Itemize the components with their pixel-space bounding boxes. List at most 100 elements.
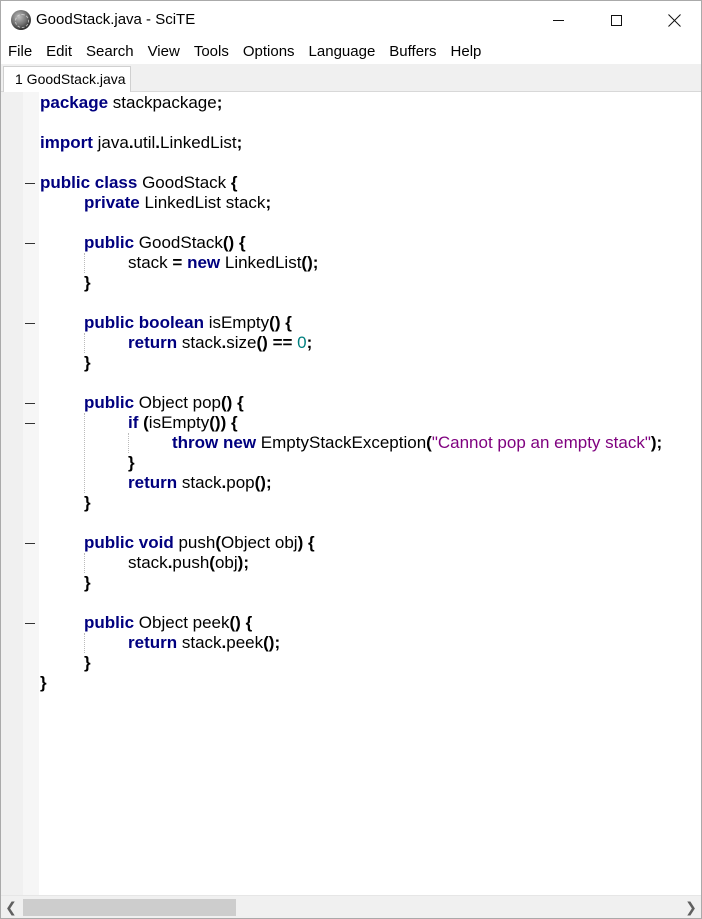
- code-line[interactable]: return stack.peek();: [40, 633, 280, 653]
- code-token-op: (): [221, 393, 233, 412]
- fold-toggle-icon[interactable]: [25, 403, 35, 404]
- code-token-num: 0: [297, 333, 307, 352]
- code-line[interactable]: stack.push(obj);: [40, 553, 249, 573]
- maximize-button[interactable]: [587, 1, 645, 39]
- code-token-kw: class: [94, 173, 138, 192]
- code-token-op: }: [84, 573, 91, 592]
- code-token-id: [40, 333, 128, 352]
- chevron-left-icon[interactable]: ❮: [1, 896, 21, 918]
- code-line[interactable]: }: [40, 453, 135, 473]
- code-token-kw: private: [84, 193, 140, 212]
- close-icon: [668, 14, 681, 27]
- code-token-str: "Cannot pop an empty stack": [431, 433, 651, 452]
- code-token-id: java: [92, 133, 129, 152]
- scite-app-icon[interactable]: [11, 10, 31, 30]
- code-token-kw: public: [84, 533, 135, 552]
- tab-goodstack-java[interactable]: 1 GoodStack.java: [3, 66, 131, 93]
- code-token-id: [40, 193, 84, 212]
- code-token-op: {: [285, 313, 292, 332]
- code-token-id: push: [172, 553, 210, 572]
- code-line[interactable]: }: [40, 673, 47, 693]
- fold-toggle-icon[interactable]: [25, 543, 35, 544]
- code-token-id: [40, 533, 84, 552]
- fold-toggle-icon[interactable]: [25, 243, 35, 244]
- code-line[interactable]: public class GoodStack {: [40, 173, 238, 193]
- code-token-op: {: [307, 533, 315, 552]
- fold-toggle-icon[interactable]: [25, 423, 35, 424]
- code-line[interactable]: public boolean isEmpty() {: [40, 313, 292, 333]
- fold-margin[interactable]: [23, 92, 39, 895]
- code-line[interactable]: return stack.pop();: [40, 473, 272, 493]
- code-token-id: [40, 573, 84, 592]
- code-token-op: }: [84, 493, 91, 512]
- menu-search[interactable]: Search: [79, 39, 141, 64]
- code-token-id: pop: [226, 473, 255, 492]
- code-token-op: (): [222, 233, 235, 252]
- code-token-kw: return: [128, 333, 178, 352]
- menu-help[interactable]: Help: [444, 39, 489, 64]
- code-line[interactable]: if (isEmpty()) {: [40, 413, 238, 433]
- code-token-kw: public: [84, 393, 135, 412]
- code-line[interactable]: public GoodStack() {: [40, 233, 246, 253]
- menu-tools[interactable]: Tools: [187, 39, 236, 64]
- code-token-kw: new: [223, 433, 257, 452]
- code-text-area[interactable]: package stackpackage; import java.util.Li…: [40, 92, 701, 895]
- code-line[interactable]: package stackpackage;: [40, 93, 222, 113]
- code-token-id: EmptyStackException: [256, 433, 427, 452]
- code-token-kw: return: [128, 633, 178, 652]
- horizontal-scrollbar[interactable]: ❮ ❯: [1, 895, 701, 918]
- minimize-button[interactable]: [529, 1, 587, 39]
- menu-language[interactable]: Language: [302, 39, 383, 64]
- title-bar[interactable]: GoodStack.java - SciTE: [1, 1, 701, 39]
- code-line[interactable]: public Object pop() {: [40, 393, 244, 413]
- code-token-kw: public: [84, 233, 135, 252]
- code-token-id: [40, 413, 128, 432]
- minimize-icon: [552, 19, 564, 21]
- code-line[interactable]: return stack.size() == 0;: [40, 333, 312, 353]
- code-token-op: ();: [301, 253, 319, 272]
- code-token-op: ()): [209, 413, 227, 432]
- code-token-op: (): [269, 313, 281, 332]
- code-line[interactable]: import java.util.LinkedList;: [40, 133, 242, 153]
- code-line[interactable]: }: [40, 353, 91, 373]
- menu-buffers[interactable]: Buffers: [382, 39, 443, 64]
- code-token-id: stack: [40, 253, 173, 272]
- scroll-thumb[interactable]: [23, 899, 236, 916]
- fold-toggle-icon[interactable]: [25, 323, 35, 324]
- code-line[interactable]: public void push(Object obj) {: [40, 533, 315, 553]
- code-token-id: [40, 433, 172, 452]
- code-token-op: }: [84, 273, 91, 292]
- menu-edit[interactable]: Edit: [39, 39, 79, 64]
- code-line[interactable]: }: [40, 493, 91, 513]
- menu-view[interactable]: View: [141, 39, 187, 64]
- code-token-id: LinkedList: [220, 253, 302, 272]
- code-token-id: stackpackage: [108, 93, 217, 112]
- code-token-op: {: [230, 173, 238, 192]
- code-line[interactable]: }: [40, 273, 91, 293]
- code-token-id: [40, 613, 84, 632]
- code-token-id: stack: [40, 553, 168, 572]
- code-line[interactable]: }: [40, 573, 91, 593]
- code-line[interactable]: }: [40, 653, 91, 673]
- tab-bar: 1 GoodStack.java: [1, 64, 701, 93]
- menu-file[interactable]: File: [1, 39, 39, 64]
- menu-options[interactable]: Options: [236, 39, 302, 64]
- fold-toggle-icon[interactable]: [25, 623, 35, 624]
- code-token-id: GoodStack: [137, 173, 231, 192]
- code-line[interactable]: throw new EmptyStackException("Cannot po…: [40, 433, 662, 453]
- code-token-op: (): [229, 613, 241, 632]
- code-token-op: }: [84, 353, 91, 372]
- code-line[interactable]: private LinkedList stack;: [40, 193, 271, 213]
- code-token-op: }: [128, 453, 135, 472]
- code-token-id: stack: [177, 633, 222, 652]
- close-button[interactable]: [645, 1, 701, 39]
- line-number-margin[interactable]: [1, 92, 23, 895]
- code-token-op: }: [84, 653, 91, 672]
- chevron-right-icon[interactable]: ❯: [681, 896, 701, 918]
- fold-toggle-icon[interactable]: [25, 183, 35, 184]
- code-token-op: ==: [272, 333, 293, 352]
- code-line[interactable]: public Object peek() {: [40, 613, 252, 633]
- code-token-id: Object peek: [134, 613, 230, 632]
- code-line[interactable]: stack = new LinkedList();: [40, 253, 318, 273]
- code-editor[interactable]: package stackpackage; import java.util.Li…: [1, 92, 701, 895]
